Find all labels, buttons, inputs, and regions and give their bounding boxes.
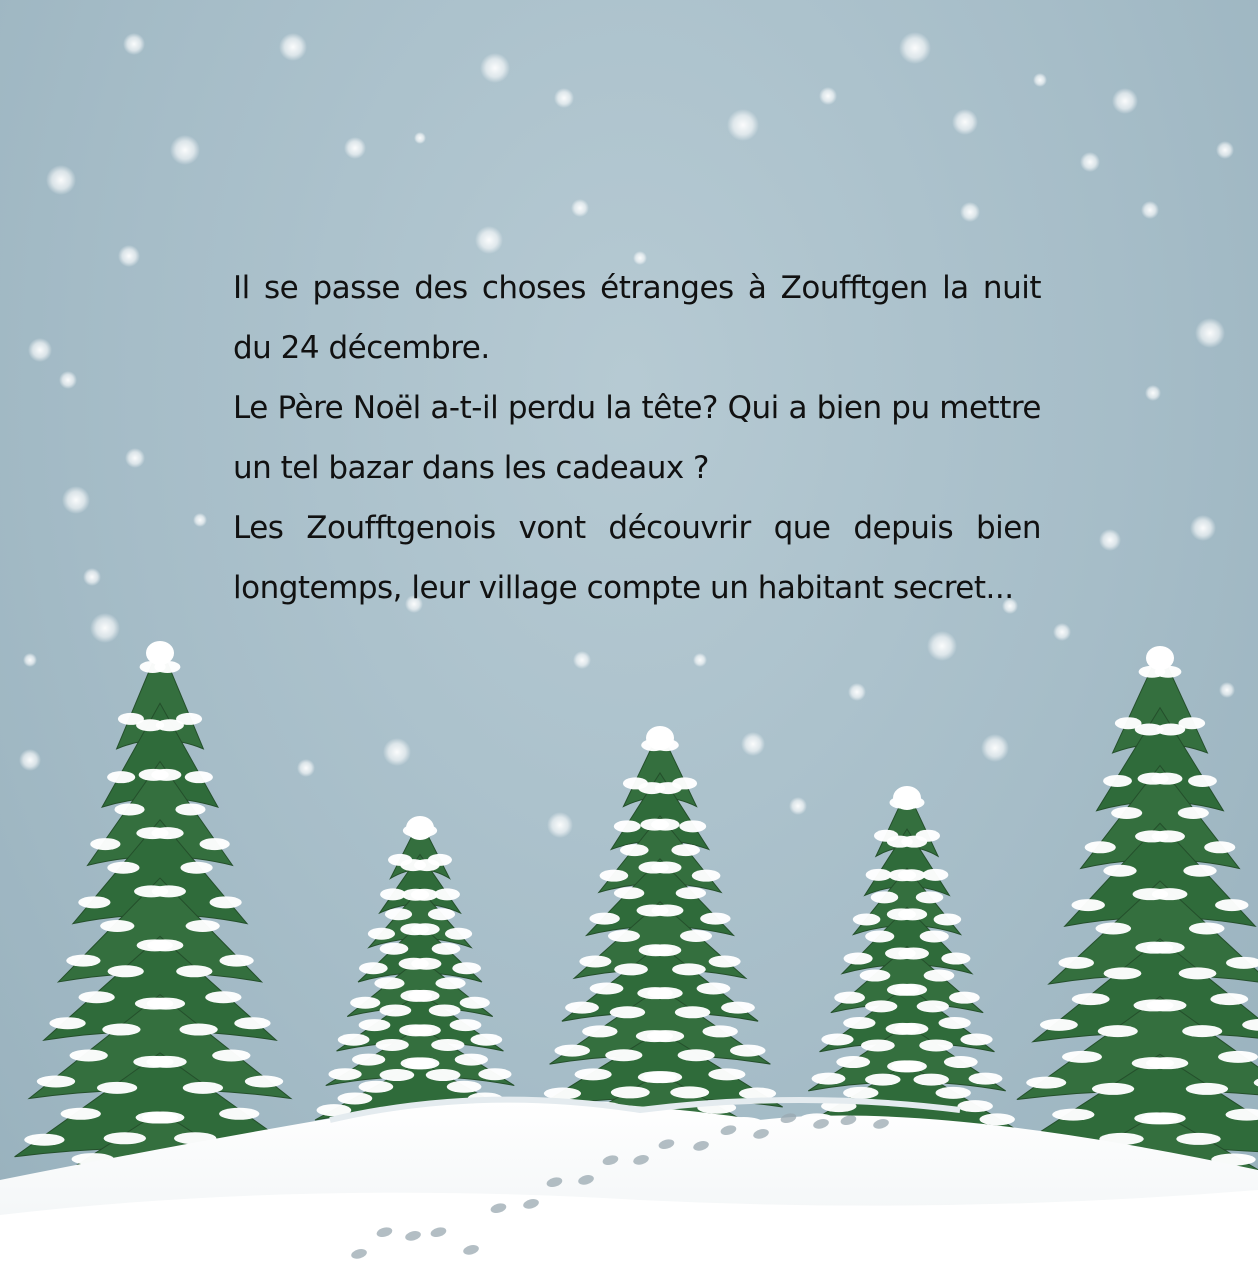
fir-tree	[524, 726, 796, 1160]
snowflake-dot	[118, 245, 140, 267]
snowflake-dot	[279, 33, 307, 61]
snowflake-dot	[1190, 515, 1216, 541]
story-paragraph-1: Il se passe des choses étranges à Zoufft…	[233, 270, 1042, 366]
snowflake-dot	[1099, 529, 1121, 551]
snowflake-dot	[59, 371, 77, 389]
snowflake-dot	[727, 109, 759, 141]
snowflake-dot	[1219, 682, 1235, 698]
winter-scene	[0, 32, 1258, 1276]
snowflake-dot	[1216, 141, 1234, 159]
snowflake-dot	[1033, 73, 1047, 87]
snowflake-dot	[554, 88, 574, 108]
snowflake-dot	[741, 732, 765, 756]
snowflake-dot	[1112, 88, 1138, 114]
snowflake-dot	[1141, 201, 1159, 219]
fir-tree	[314, 816, 526, 1130]
snowflake-dot	[547, 812, 573, 838]
snowflake-dot	[960, 202, 980, 222]
snowflake-dot	[693, 653, 707, 667]
snowflake-dot	[125, 448, 145, 468]
snowflake-dot	[297, 759, 315, 777]
snowflake-dot	[573, 651, 591, 669]
snowflake-dot	[170, 135, 200, 165]
snowflake-dot	[981, 734, 1009, 762]
snowflake-dot	[952, 109, 978, 135]
story-paragraph-3: Les Zoufftgenois vont découvrir que depu…	[233, 510, 1042, 606]
snowflake-dot	[1053, 623, 1071, 641]
snowflake-dot	[1080, 152, 1100, 172]
snowflake-dot	[927, 631, 957, 661]
snowflake-dot	[819, 87, 837, 105]
snowflake-dot	[46, 165, 76, 195]
snowflake-dot	[1145, 385, 1161, 401]
snowflake-dot	[383, 738, 411, 766]
snowflake-dot	[19, 749, 41, 771]
snowflake-dot	[193, 513, 207, 527]
illustration-page: Il se passe des choses étranges à Zoufft…	[0, 0, 1258, 1276]
fir-tree	[796, 786, 1018, 1140]
snowflake-dot	[23, 653, 37, 667]
snowflake-dot	[789, 797, 807, 815]
snowflake-dot	[848, 683, 866, 701]
snowflake-dot	[90, 613, 120, 643]
snowflake-dot	[83, 568, 101, 586]
snowflake-dot	[344, 137, 366, 159]
snowflake-dot	[1195, 318, 1225, 348]
snowflake-dot	[123, 33, 145, 55]
snowflake-dot	[480, 53, 510, 83]
story-paragraph-2: Le Père Noël a-t-il perdu la tête? Qui a…	[233, 390, 1042, 486]
snowflake-dot	[62, 486, 90, 514]
snowflake-dot	[899, 32, 931, 64]
snowflake-dot	[475, 226, 503, 254]
snowflake-dot	[571, 199, 589, 217]
snowflake-dot	[414, 132, 426, 144]
story-text: Il se passe des choses étranges à Zoufft…	[233, 258, 1042, 618]
snowflake-dot	[28, 338, 52, 362]
